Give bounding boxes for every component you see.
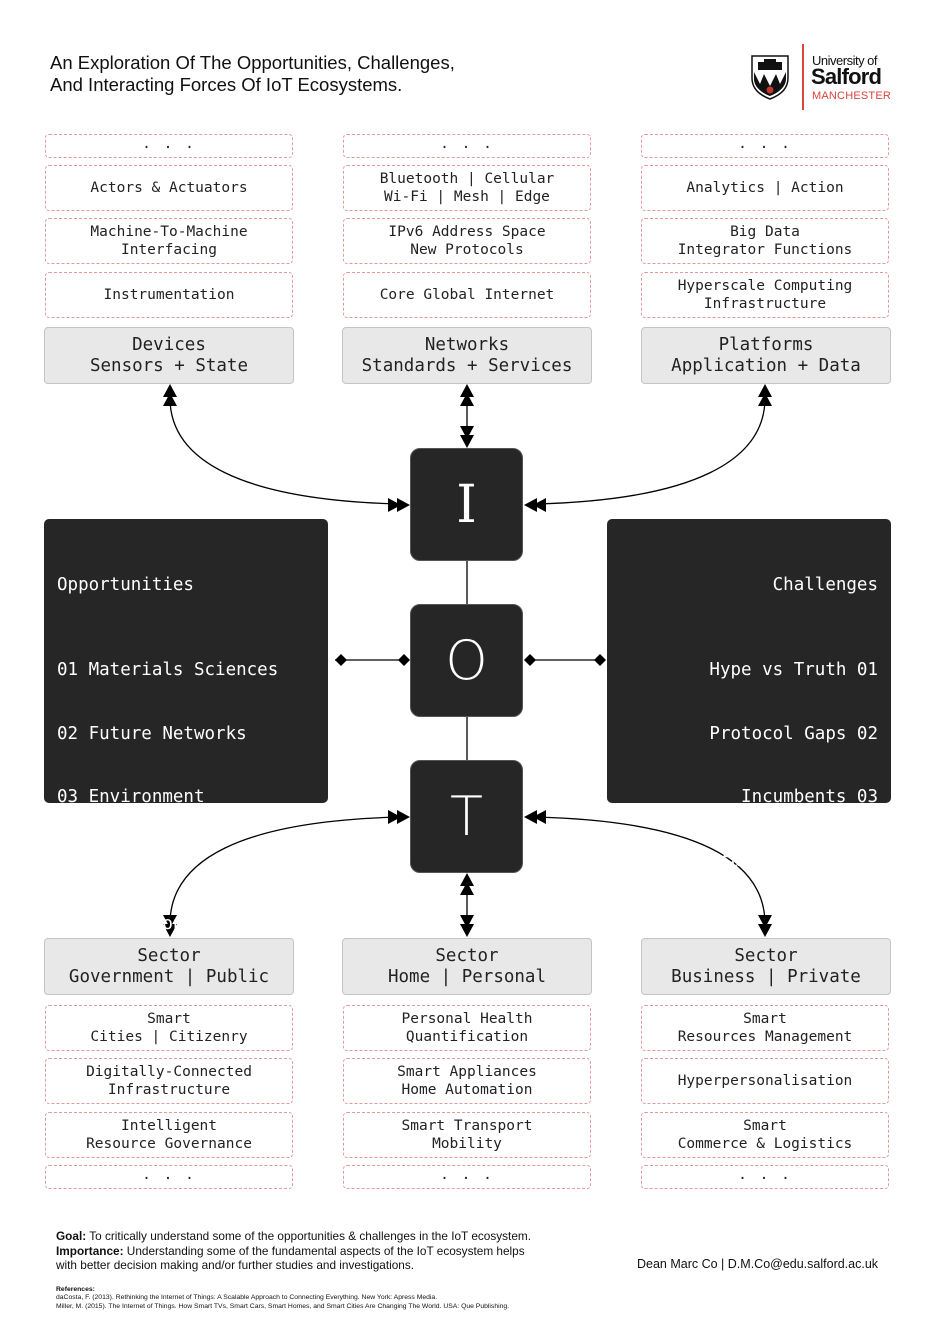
challenge-item: Hype vs Truth 01 bbox=[709, 660, 878, 681]
opportunity-item: 04 Logistics bbox=[57, 850, 184, 871]
challenges-panel: Challenges Hype vs Truth 01 Protocol Gap… bbox=[607, 519, 891, 1253]
sector-business-header: Sector Business | Private bbox=[641, 938, 891, 995]
opportunity-item: 03 Environment bbox=[57, 787, 205, 808]
networks-more: . . . bbox=[343, 134, 591, 158]
arrowhead-t-left bbox=[388, 810, 410, 824]
challenges-title: Challenges bbox=[772, 575, 878, 596]
title-line-2: And Interacting Forces Of IoT Ecosystems… bbox=[50, 74, 403, 95]
goal-line: Goal: To critically understand some of t… bbox=[56, 1229, 531, 1244]
challenge-item: Emergent Unknowns 10 bbox=[667, 1232, 878, 1253]
author-contact: Dean Marc Co | D.M.Co@edu.salford.ac.uk bbox=[637, 1257, 879, 1271]
devices-header: Devices Sensors + State bbox=[44, 327, 294, 384]
opportunities-panel: Opportunities 01 Materials Sciences 02 F… bbox=[44, 519, 328, 1253]
importance-text-2: with better decision making and/or furth… bbox=[56, 1258, 415, 1272]
arrowhead-t-up bbox=[460, 873, 474, 895]
devices-item-instrumentation: Instrumentation bbox=[45, 272, 293, 318]
government-item-cities: Smart Cities | Citizenry bbox=[45, 1005, 293, 1051]
logo-line-2: Salford bbox=[811, 64, 882, 89]
university-logo: University of Salford MANCHESTER bbox=[748, 44, 898, 110]
arrowhead-devices-up bbox=[163, 384, 177, 406]
goal-text: To critically understand some of the opp… bbox=[89, 1229, 531, 1243]
opportunity-item: 01 Materials Sciences bbox=[57, 660, 279, 681]
platforms-item-analytics: Analytics | Action bbox=[641, 165, 889, 211]
opportunities-title: Opportunities bbox=[57, 575, 194, 596]
reference-item: daCosta, F. (2013). Rethinking the Inter… bbox=[56, 1294, 438, 1302]
iot-letter-i: I bbox=[410, 448, 523, 561]
sector-government-header: Sector Government | Public bbox=[44, 938, 294, 995]
diamond-o-left bbox=[398, 654, 410, 666]
platforms-item-hyperscale: Hyperscale Computing Infrastructure bbox=[641, 272, 889, 318]
platforms-header: Platforms Application + Data bbox=[641, 327, 891, 384]
devices-item-m2m: Machine-To-Machine Interfacing bbox=[45, 218, 293, 264]
importance-line: Importance: Understanding some of the fu… bbox=[56, 1244, 531, 1259]
title-line-1: An Exploration Of The Opportunities, Cha… bbox=[50, 52, 455, 73]
government-item-infrastructure: Digitally-Connected Infrastructure bbox=[45, 1058, 293, 1104]
arrowhead-i-left bbox=[388, 498, 410, 512]
networks-item-wireless: Bluetooth | Cellular Wi-Fi | Mesh | Edge bbox=[343, 165, 591, 211]
logo-line-3: MANCHESTER bbox=[812, 90, 892, 102]
connector-devices-i bbox=[169, 397, 401, 505]
challenge-item: Incumbents 03 bbox=[741, 787, 878, 808]
arrowhead-t-right bbox=[524, 810, 546, 824]
sector-home-header: Sector Home | Personal bbox=[342, 938, 592, 995]
references: References: daCosta, F. (2013). Rethinki… bbox=[56, 1286, 509, 1311]
networks-item-ipv6: IPv6 Address Space New Protocols bbox=[343, 218, 591, 264]
business-item-commerce: Smart Commerce & Logistics bbox=[641, 1112, 889, 1158]
challenge-item: Protocol Gaps 02 bbox=[709, 723, 878, 744]
iot-letter-t: T bbox=[410, 760, 523, 873]
home-item-appliances: Smart Appliances Home Automation bbox=[343, 1058, 591, 1104]
importance-label: Importance: bbox=[56, 1243, 124, 1258]
networks-header: Networks Standards + Services bbox=[342, 327, 592, 384]
connector-platforms-i bbox=[534, 397, 766, 505]
business-item-resources: Smart Resources Management bbox=[641, 1005, 889, 1051]
platforms-more: . . . bbox=[641, 134, 889, 158]
diamond-o-right bbox=[524, 654, 536, 666]
platforms-item-bigdata: Big Data Integrator Functions bbox=[641, 218, 889, 264]
logo-divider bbox=[802, 44, 804, 110]
challenge-item: Safety 05 bbox=[783, 914, 878, 935]
business-item-hyperpersonalisation: Hyperpersonalisation bbox=[641, 1058, 889, 1104]
reference-item: Miller, M. (2015). The Internet of Thing… bbox=[56, 1302, 510, 1310]
footer-summary: Goal: To critically understand some of t… bbox=[56, 1229, 531, 1273]
home-more: . . . bbox=[343, 1165, 591, 1189]
challenge-item: Manufacturing Scale 04 bbox=[646, 850, 878, 871]
importance-text: Understanding some of the fundamental as… bbox=[126, 1243, 525, 1258]
arrowhead-home-down bbox=[460, 915, 474, 937]
devices-item-actors: Actors & Actuators bbox=[45, 165, 293, 211]
diamond-challenges bbox=[594, 654, 606, 666]
poster-title: An Exploration Of The Opportunities, Cha… bbox=[50, 52, 455, 96]
opportunity-item: 02 Future Networks bbox=[57, 723, 247, 744]
opportunity-item: 05 Operations bbox=[57, 914, 194, 935]
arrowhead-i-right bbox=[524, 498, 546, 512]
business-more: . . . bbox=[641, 1165, 889, 1189]
home-item-health: Personal Health Quantification bbox=[343, 1005, 591, 1051]
goal-label: Goal: bbox=[56, 1229, 87, 1243]
government-more: . . . bbox=[45, 1165, 293, 1189]
arrowhead-networks-down bbox=[460, 426, 474, 448]
home-item-transport: Smart Transport Mobility bbox=[343, 1112, 591, 1158]
devices-more: . . . bbox=[45, 134, 293, 158]
arrowhead-networks-up bbox=[460, 384, 474, 406]
arrowhead-platforms-up bbox=[758, 384, 772, 406]
government-item-governance: Intelligent Resource Governance bbox=[45, 1112, 293, 1158]
references-label: References: bbox=[56, 1286, 95, 1293]
shield-icon bbox=[751, 55, 789, 100]
diamond-opportunities bbox=[335, 654, 347, 666]
iot-letter-o: O bbox=[410, 604, 523, 717]
networks-item-core: Core Global Internet bbox=[343, 272, 591, 318]
